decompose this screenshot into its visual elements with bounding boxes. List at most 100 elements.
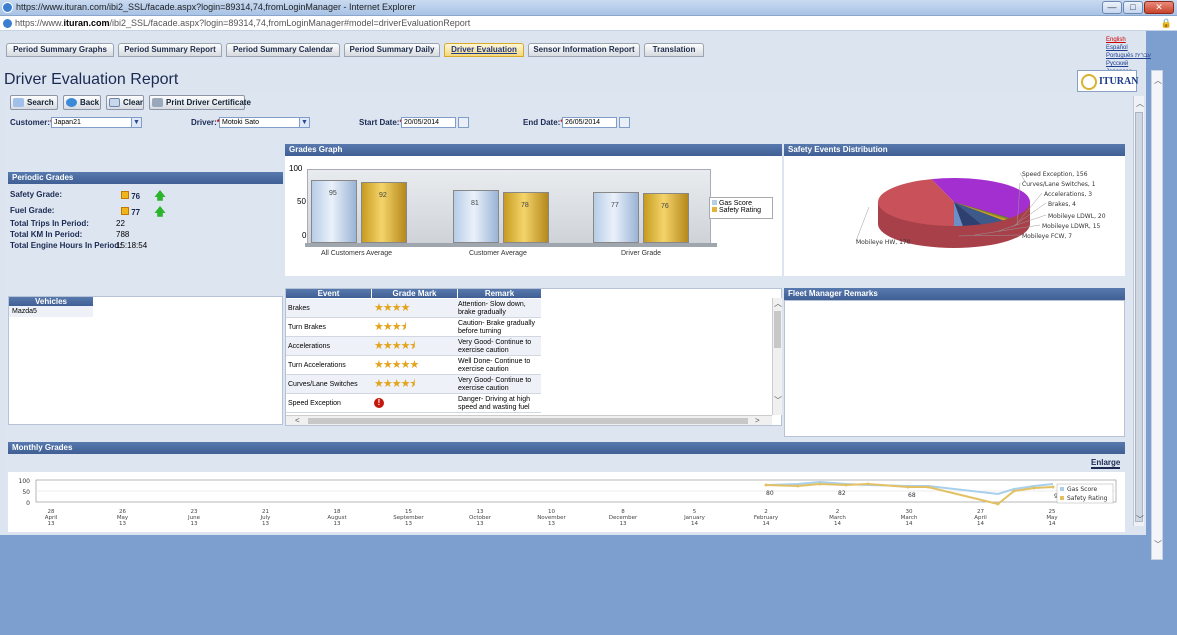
table-row: Turn Brakes ★★★⯨ Caution- Brake gradually … <box>286 318 541 337</box>
x-tick-label: 14 <box>834 521 841 527</box>
bar-value-label: 92 <box>379 192 387 200</box>
legend-gas-label: Gas Score <box>718 200 753 207</box>
table-row: Speed Exception! Danger- Driving at high … <box>286 394 541 413</box>
pie-label: Mobileye HW, 170 <box>856 239 911 246</box>
close-button[interactable]: ✕ <box>1144 1 1174 14</box>
lang-row: Português עברית <box>1106 52 1151 60</box>
legend-gas: Gas Score <box>712 200 770 207</box>
pie-label: Mobileye LDWL, 20 <box>1048 213 1106 220</box>
vehicle-item[interactable]: Mazda5 <box>9 306 93 317</box>
vehicles-header: Vehicles <box>9 297 93 306</box>
y-tick: 0 <box>302 231 307 240</box>
enlarge-button[interactable]: Enlarge <box>1091 458 1121 469</box>
search-button[interactable]: Search <box>10 95 58 110</box>
tab-period-summary-calendar[interactable]: Period Summary Calendar <box>226 43 340 57</box>
monthly-graph-panel: 100 50 0 28 April 13 26 May 13 23 June 13 21 July 13 18… <box>8 472 1125 532</box>
star-rating-icon: ★★★⯨ <box>374 321 406 333</box>
tab-translation[interactable]: Translation <box>644 43 704 57</box>
fuel-grade-label: Fuel Grade: <box>10 206 55 215</box>
page-scrollbar[interactable]: ︿ ﹀ <box>1151 70 1163 560</box>
address-bar[interactable]: https://www.ituran.com/ibi2_SSL/facade.a… <box>0 16 1177 31</box>
x-tick-label: 13 <box>119 521 126 527</box>
event-cell: Turn Accelerations <box>288 362 346 369</box>
end-date-label: End Date:* <box>523 118 563 127</box>
end-date-input[interactable] <box>562 117 617 128</box>
y-tick: 100 <box>289 164 303 173</box>
customer-select[interactable]: Japan21 ▼ <box>51 117 142 128</box>
lang-portuguese[interactable]: Português <box>1106 53 1133 59</box>
fuel-grade: 77 🡅 <box>121 203 166 222</box>
remark-cell: Very Good- Continue to exercise caution <box>458 377 532 392</box>
clear-label: Clear <box>123 98 144 107</box>
table-row: Accelerations ★★★★⯨ Very Good- Continue to… <box>286 337 541 356</box>
tab-driver-evaluation[interactable]: Driver Evaluation <box>444 43 524 57</box>
grades-graph-header: Grades Graph <box>285 144 782 156</box>
end-date-label-text: End Date: <box>523 118 561 127</box>
fleet-remarks-area[interactable] <box>784 300 1125 437</box>
star-rating-icon: ★★★★⯨ <box>374 340 415 352</box>
report-scrollbar[interactable]: ︿ ﹀ <box>1133 96 1144 526</box>
start-date-input[interactable] <box>401 117 456 128</box>
y-tick: 50 <box>22 489 30 496</box>
tab-sensor-information-report[interactable]: Sensor Information Report <box>528 43 640 57</box>
customer-label-text: Customer: <box>10 118 51 127</box>
lock-icon[interactable]: 🔒 <box>1161 18 1172 29</box>
pie-label: Accelerations, 3 <box>1044 191 1092 198</box>
url-text[interactable]: https://www.ituran.com/ibi2_SSL/facade.a… <box>15 18 470 28</box>
table-vscroll[interactable]: ︿ ﹀ <box>772 298 782 415</box>
scroll-up-icon[interactable]: ︿ <box>1154 75 1162 86</box>
scroll-up-icon[interactable]: ︿ <box>1136 98 1144 109</box>
series-point <box>866 482 870 486</box>
x-category-label: Customer Average <box>469 250 527 257</box>
scroll-thumb[interactable] <box>1135 112 1143 522</box>
start-date-label: Start Date:* <box>359 118 403 127</box>
x-tick-label: 13 <box>262 521 269 527</box>
pie-label: Speed Exception, 156 <box>1022 171 1088 178</box>
tab-period-summary-daily[interactable]: Period Summary Daily <box>344 43 440 57</box>
series-point <box>906 485 910 489</box>
lang-spanish[interactable]: Español <box>1106 45 1128 51</box>
col-header-grade: Grade Mark <box>372 289 457 298</box>
scroll-right-icon[interactable]: > <box>755 416 760 425</box>
table-row: Turn Accelerations ★★★★★ Well Done- Contin… <box>286 356 541 375</box>
lang-english[interactable]: English <box>1106 36 1151 44</box>
lang-hebrew[interactable]: עברית <box>1135 53 1151 59</box>
star-rating-icon: ★★★★ <box>374 302 410 314</box>
event-cell: Curves/Lane Switches <box>288 381 358 388</box>
series-point <box>1032 486 1036 490</box>
scroll-thumb[interactable] <box>308 418 748 424</box>
minimize-button[interactable]: — <box>1102 1 1122 14</box>
scroll-thumb[interactable] <box>774 311 781 348</box>
grade-cell: ★★★★★ <box>374 356 458 375</box>
flag-icon <box>121 191 129 199</box>
pie-label: Brakes, 4 <box>1048 201 1076 208</box>
chevron-down-icon[interactable]: ▼ <box>131 118 141 127</box>
ituran-logo: ITURAN <box>1077 70 1138 92</box>
table-hscroll[interactable]: < > <box>286 415 772 425</box>
pie-label: Mobileye LDWR, 15 <box>1042 223 1101 230</box>
bar-value-label: 76 <box>661 202 669 210</box>
scroll-down-icon[interactable]: ﹀ <box>1154 539 1162 550</box>
lang-russian[interactable]: Русский <box>1106 60 1151 68</box>
clear-button[interactable]: Clear <box>106 95 144 110</box>
back-button[interactable]: Back <box>63 95 101 110</box>
series-point <box>996 502 1000 506</box>
series-point <box>1012 489 1016 493</box>
tab-period-summary-graphs[interactable]: Period Summary Graphs <box>6 43 114 57</box>
x-tick-label: 13 <box>477 521 484 527</box>
chevron-down-icon[interactable]: ▼ <box>299 118 309 127</box>
x-tick-label: 13 <box>334 521 341 527</box>
calendar-icon[interactable] <box>619 117 630 128</box>
calendar-icon[interactable] <box>458 117 469 128</box>
total-km-label: Total KM In Period: <box>10 230 83 239</box>
driver-select[interactable]: Motoki Sato ▼ <box>219 117 310 128</box>
scroll-down-icon[interactable]: ﹀ <box>774 395 782 406</box>
search-label: Search <box>27 98 54 107</box>
tab-period-summary-report[interactable]: Period Summary Report <box>118 43 222 57</box>
scroll-up-icon[interactable]: ︿ <box>774 298 782 309</box>
print-certificate-button[interactable]: Print Driver Certificate <box>149 95 251 110</box>
scroll-down-icon[interactable]: ﹀ <box>1136 514 1144 525</box>
legend-label: Safety Rating <box>1067 495 1108 502</box>
scroll-left-icon[interactable]: < <box>295 416 300 425</box>
maximize-button[interactable]: □ <box>1123 1 1143 14</box>
